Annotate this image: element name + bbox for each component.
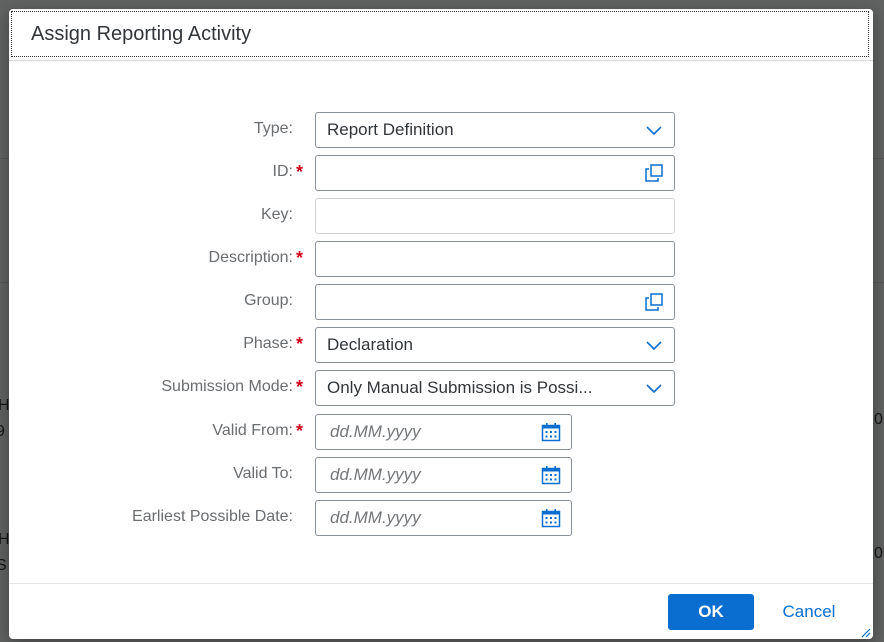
valid-from-label: Valid From: xyxy=(212,422,293,439)
phase-select-value: Declaration xyxy=(327,335,413,354)
calendar-icon[interactable] xyxy=(531,415,571,449)
required-marker: * xyxy=(296,377,304,397)
assign-reporting-activity-dialog: Assign Reporting Activity Type: Report D… xyxy=(9,9,873,639)
chevron-down-icon[interactable] xyxy=(634,113,674,147)
earliest-possible-date-picker[interactable]: dd.MM.yyyy xyxy=(315,500,572,536)
group-input[interactable] xyxy=(315,284,675,320)
submission-mode-select[interactable]: Only Manual Submission is Possi... xyxy=(315,370,675,406)
dialog-footer: OK Cancel xyxy=(9,583,873,639)
description-label: Description: xyxy=(208,249,293,266)
calendar-icon[interactable] xyxy=(531,458,571,492)
ok-button[interactable]: OK xyxy=(668,594,754,630)
cancel-button[interactable]: Cancel xyxy=(767,594,851,630)
phase-select[interactable]: Declaration xyxy=(315,327,675,363)
id-input[interactable] xyxy=(315,155,675,191)
required-marker: * xyxy=(296,162,304,182)
value-help-icon[interactable] xyxy=(634,156,674,190)
description-input-value xyxy=(327,242,628,276)
group-label: Group: xyxy=(244,292,293,309)
required-marker: * xyxy=(296,421,304,441)
valid-from-date-picker[interactable]: dd.MM.yyyy xyxy=(315,414,572,450)
key-field-value xyxy=(327,199,628,233)
id-label: ID: xyxy=(272,163,293,180)
type-label: Type: xyxy=(253,120,293,137)
description-input[interactable] xyxy=(315,241,675,277)
submission-mode-label: Submission Mode: xyxy=(161,378,293,395)
valid-to-placeholder: dd.MM.yyyy xyxy=(330,465,421,484)
chevron-down-icon[interactable] xyxy=(634,371,674,405)
form: Type: Report Definition ID: * Key: Descr… xyxy=(9,9,873,639)
earliest-possible-date-placeholder: dd.MM.yyyy xyxy=(330,508,421,527)
group-input-value xyxy=(327,285,628,319)
resize-handle-icon[interactable] xyxy=(859,625,871,638)
valid-from-placeholder: dd.MM.yyyy xyxy=(330,422,421,441)
valid-to-label: Valid To: xyxy=(233,465,293,482)
required-marker: * xyxy=(296,334,304,354)
valid-to-date-picker[interactable]: dd.MM.yyyy xyxy=(315,457,572,493)
type-select-value: Report Definition xyxy=(327,120,454,139)
chevron-down-icon[interactable] xyxy=(634,328,674,362)
value-help-icon[interactable] xyxy=(634,285,674,319)
type-select[interactable]: Report Definition xyxy=(315,112,675,148)
phase-label: Phase: xyxy=(243,335,293,352)
id-input-value xyxy=(327,156,628,190)
submission-mode-select-value: Only Manual Submission is Possi... xyxy=(327,378,593,397)
earliest-possible-date-label: Earliest Possible Date: xyxy=(132,508,293,525)
required-marker: * xyxy=(296,248,304,268)
key-field xyxy=(315,198,675,234)
key-label: Key: xyxy=(260,206,293,223)
calendar-icon[interactable] xyxy=(531,501,571,535)
